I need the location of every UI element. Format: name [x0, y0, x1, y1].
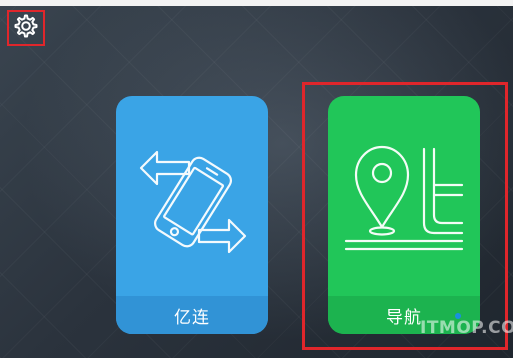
- watermark-text: ITMOP.COM: [420, 318, 513, 338]
- settings-button[interactable]: [7, 10, 45, 46]
- card-art: [328, 96, 480, 296]
- top-strip: [0, 0, 513, 6]
- yilian-label: 亿连: [116, 296, 268, 334]
- navigation-app-card[interactable]: 导航: [328, 96, 480, 334]
- home-screen: 亿连 导航 ITMOP.CO: [0, 0, 513, 358]
- map-pin-route-icon: [334, 119, 474, 273]
- yilian-app-card[interactable]: 亿连: [116, 96, 268, 334]
- card-art: [116, 96, 268, 296]
- gear-icon: [13, 13, 39, 43]
- phone-rotate-icon: [127, 124, 257, 268]
